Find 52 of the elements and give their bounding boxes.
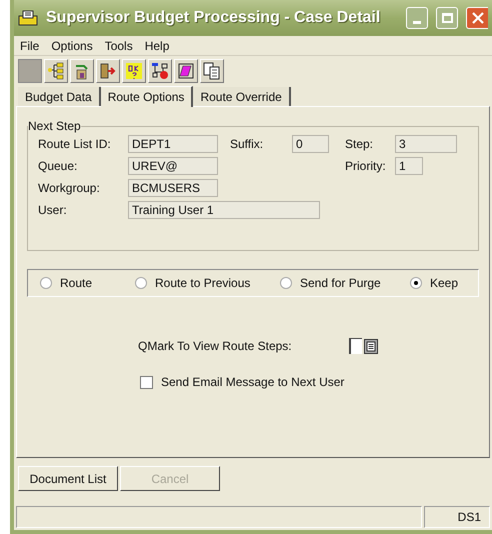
list-icon[interactable] xyxy=(364,338,378,354)
read-only-field[interactable]: 3 xyxy=(395,135,457,153)
radio-option[interactable]: Route to Previous xyxy=(135,274,280,292)
tab[interactable]: Route Options xyxy=(100,86,194,107)
toolbar-button[interactable] xyxy=(148,59,172,83)
toolbar-button[interactable] xyxy=(96,59,120,83)
read-only-field[interactable]: Training User 1 xyxy=(128,201,320,219)
window-title: Supervisor Budget Processing - Case Detail xyxy=(46,8,380,28)
read-only-field[interactable]: BCMUSERS xyxy=(128,179,218,197)
radio-option[interactable]: Keep xyxy=(410,274,458,292)
field-label: QMark To View Route Steps: xyxy=(138,338,293,355)
tree-icon xyxy=(47,62,65,80)
app-icon xyxy=(18,10,38,26)
toolbar-button[interactable] xyxy=(200,59,224,83)
field-label: Priority: xyxy=(345,158,387,175)
status-bar-panel: DS1 xyxy=(424,506,490,528)
field-label: Suffix: xyxy=(230,136,264,153)
exit-icon xyxy=(99,62,117,80)
checkbox[interactable] xyxy=(140,376,153,388)
menu-item[interactable]: Tools xyxy=(104,36,133,54)
radio-button[interactable] xyxy=(410,277,422,289)
close-button[interactable] xyxy=(466,7,488,29)
toolbar-button[interactable] xyxy=(70,59,94,83)
checkbox-label: Send Email Message to Next User xyxy=(161,374,344,391)
read-only-field[interactable]: 1 xyxy=(395,157,423,175)
read-only-field[interactable]: 0 xyxy=(292,135,329,153)
tab[interactable]: Budget Data xyxy=(18,87,101,106)
qmark-checkbox[interactable] xyxy=(349,338,362,354)
radio-button[interactable] xyxy=(135,277,147,289)
field-label: Route List ID: xyxy=(38,136,112,153)
ok-question-icon xyxy=(125,62,143,80)
group-title: Next Step xyxy=(28,118,81,135)
radio-option[interactable]: Route xyxy=(40,274,135,292)
toolbar-button[interactable] xyxy=(174,59,198,83)
field-label: Queue: xyxy=(38,158,78,175)
radio-button[interactable] xyxy=(40,277,52,289)
field-label: Step: xyxy=(345,136,374,153)
field-label: User: xyxy=(38,202,68,219)
toolbar-button[interactable] xyxy=(122,59,146,83)
close-icon xyxy=(472,12,484,24)
copy-pages-icon xyxy=(203,62,221,80)
radio-button[interactable] xyxy=(280,277,292,289)
dialog-button[interactable]: Document List xyxy=(18,466,118,491)
toolbar-button[interactable] xyxy=(44,59,68,83)
field-label: Workgroup: xyxy=(38,180,101,197)
menu-item[interactable]: Options xyxy=(51,36,93,54)
menu-item[interactable]: Help xyxy=(144,36,170,54)
tab[interactable]: Route Override xyxy=(193,87,291,106)
menu-item[interactable]: File xyxy=(20,36,40,54)
read-only-field[interactable]: UREV@ xyxy=(128,157,218,175)
radio-option[interactable]: Send for Purge xyxy=(280,274,410,292)
read-only-field[interactable]: DEPT1 xyxy=(128,135,218,153)
